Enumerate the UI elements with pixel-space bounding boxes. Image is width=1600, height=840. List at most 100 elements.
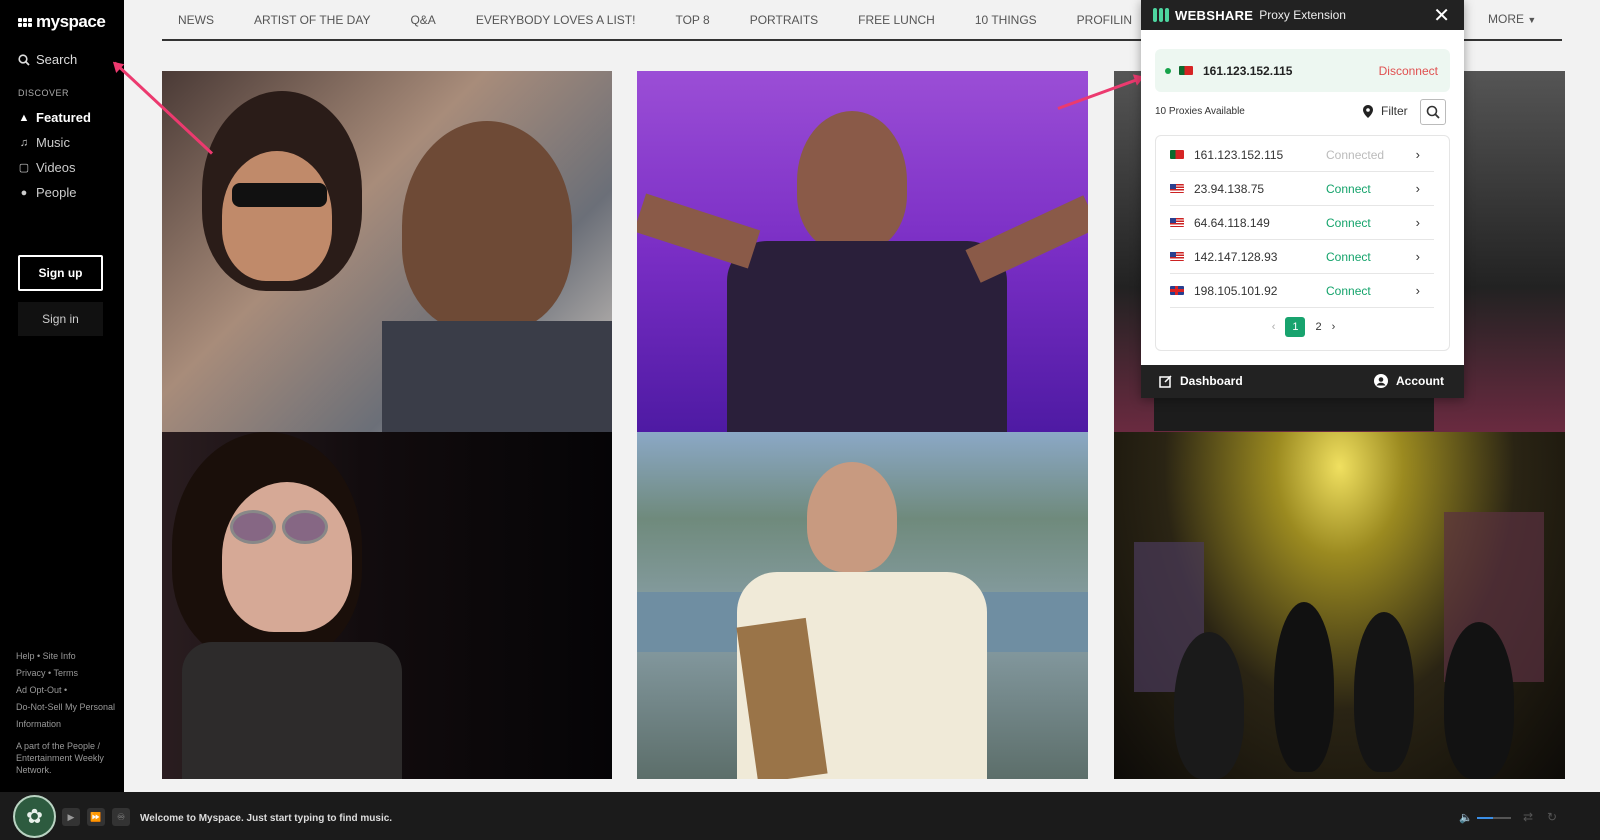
nav-qa[interactable]: Q&A [410,13,435,27]
connect-button[interactable]: Connect [1326,182,1371,196]
photo-drake-purple[interactable] [637,71,1088,432]
play-icon: ▶ [67,811,75,822]
dashboard-label: Dashboard [1180,374,1243,388]
pagination: ‹ 1 2 › [1156,317,1451,337]
volume-level [1477,817,1493,819]
search-icon [1426,105,1440,119]
prev-page-icon[interactable]: ‹ [1272,321,1276,333]
connect-button[interactable]: Connect [1326,284,1371,298]
uk-flag-icon [1170,286,1184,295]
page-2-button[interactable]: 2 [1315,321,1321,333]
sidebar-item-label: People [36,185,77,200]
video-icon: ▢ [18,162,30,174]
proxy-row[interactable]: 161.123.152.115 Connected › [1170,138,1434,172]
nav-top-8[interactable]: TOP 8 [675,13,709,27]
search-link[interactable]: Search [18,52,77,67]
repeat-icon[interactable]: ↻ [1547,810,1557,824]
logo-icon [18,17,32,27]
proxy-ip: 142.147.128.93 [1194,249,1278,264]
proxy-row[interactable]: 198.105.101.92 Connect › [1170,274,1434,308]
logo-text: myspace [36,12,106,31]
account-button[interactable]: Account [1374,374,1444,388]
connect-icon: ♾ [116,811,126,822]
close-icon[interactable]: ✕ [1433,3,1450,28]
sidebar-item-label: Music [36,135,70,150]
chevron-right-icon[interactable]: › [1416,249,1420,264]
volume-icon[interactable]: 🔈 [1459,811,1473,824]
sign-in-button[interactable]: Sign in [18,302,103,336]
play-button[interactable]: ▶ [62,808,80,826]
us-flag-icon [1170,252,1184,261]
next-button[interactable]: ⏩ [87,808,105,826]
connect-button[interactable]: Connect [1326,250,1371,264]
people-icon: ● [20,186,28,199]
extension-header: WEBSHARE Proxy Extension ✕ [1141,0,1464,30]
disconnect-button[interactable]: Disconnect [1379,64,1438,78]
extension-subtitle: Proxy Extension [1259,8,1346,22]
nav-portraits[interactable]: PORTRAITS [750,13,818,27]
connect-button[interactable]: ♾ [112,808,130,826]
sidebar-item-featured[interactable]: ▲ Featured [18,110,91,125]
connect-button[interactable]: Connect [1326,216,1371,230]
nav-more[interactable]: MORE ▼ [1488,12,1536,26]
proxy-status: Connected [1326,147,1385,162]
do-not-sell-link[interactable]: Do-Not-Sell My Personal Information [16,702,115,729]
flame-icon: ▲ [18,111,30,124]
chevron-right-icon[interactable]: › [1416,147,1420,162]
current-connection: 161.123.152.115 Disconnect [1155,49,1450,92]
more-label: MORE [1488,12,1524,26]
portugal-flag-icon [1179,66,1193,75]
chevron-right-icon[interactable]: › [1416,215,1420,230]
proxy-ip: 198.105.101.92 [1194,283,1278,298]
sidebar-item-people[interactable]: ● People [18,185,77,200]
nav-everybody-loves-a-list[interactable]: EVERYBODY LOVES A LIST! [476,13,636,27]
photo-man-landscape[interactable] [637,432,1088,779]
discover-heading: DISCOVER [18,88,70,98]
sign-up-button[interactable]: Sign up [18,255,103,291]
proxy-ip: 23.94.138.75 [1194,181,1265,196]
terms-link[interactable]: Terms [54,668,79,678]
search-label: Search [36,52,78,67]
dashboard-button[interactable]: Dashboard [1159,374,1243,388]
proxy-row[interactable]: 142.147.128.93 Connect › [1170,240,1434,274]
cookie-settings-button[interactable]: ✿ [13,795,56,838]
nav-news[interactable]: NEWS [178,13,214,27]
nav-profilin[interactable]: PROFILIN [1077,13,1132,27]
search-icon [18,53,30,66]
proxy-ip: 64.64.118.149 [1194,215,1270,230]
ad-opt-out-link[interactable]: Ad Opt-Out [16,685,62,695]
filter-label: Filter [1381,104,1408,118]
shuffle-icon[interactable]: ⇄ [1523,810,1533,824]
proxy-search-button[interactable] [1420,99,1446,125]
extension-footer: Dashboard Account [1141,365,1464,398]
nav-10-things[interactable]: 10 THINGS [975,13,1037,27]
sidebar-item-music[interactable]: ♫ Music [18,135,70,150]
nav-free-lunch[interactable]: FREE LUNCH [858,13,935,27]
proxy-list: 161.123.152.115 Connected › 23.94.138.75… [1155,135,1450,351]
page-1-button[interactable]: 1 [1285,317,1306,337]
site-info-link[interactable]: Site Info [43,651,76,661]
nav-artist-of-the-day[interactable]: ARTIST OF THE DAY [254,13,370,27]
sidebar-item-label: Videos [36,160,76,175]
proxy-row[interactable]: 23.94.138.75 Connect › [1170,172,1434,206]
chevron-right-icon[interactable]: › [1416,283,1420,298]
sidebar-item-videos[interactable]: ▢ Videos [18,160,76,175]
photo-ozzy[interactable] [162,432,612,779]
music-note-icon: ♫ [19,136,29,149]
filter-button[interactable]: Filter [1363,104,1408,118]
photo-concert-stage[interactable] [1114,432,1565,779]
proxy-row[interactable]: 64.64.118.149 Connect › [1170,206,1434,240]
webshare-extension-popup: WEBSHARE Proxy Extension ✕ 161.123.152.1… [1141,0,1464,398]
connected-status-dot [1165,67,1171,74]
privacy-link[interactable]: Privacy [16,668,46,678]
fast-forward-icon: ⏩ [90,811,102,822]
sidebar-item-label: Featured [36,110,91,125]
chevron-right-icon[interactable]: › [1416,181,1420,196]
help-link[interactable]: Help [16,651,35,661]
footer-links: Help • Site Info Privacy • Terms Ad Opt-… [16,651,116,729]
next-page-icon[interactable]: › [1332,321,1336,333]
photo-couple[interactable] [162,71,612,432]
account-label: Account [1396,374,1444,388]
myspace-logo[interactable]: myspace [18,12,106,32]
account-icon [1374,374,1388,388]
